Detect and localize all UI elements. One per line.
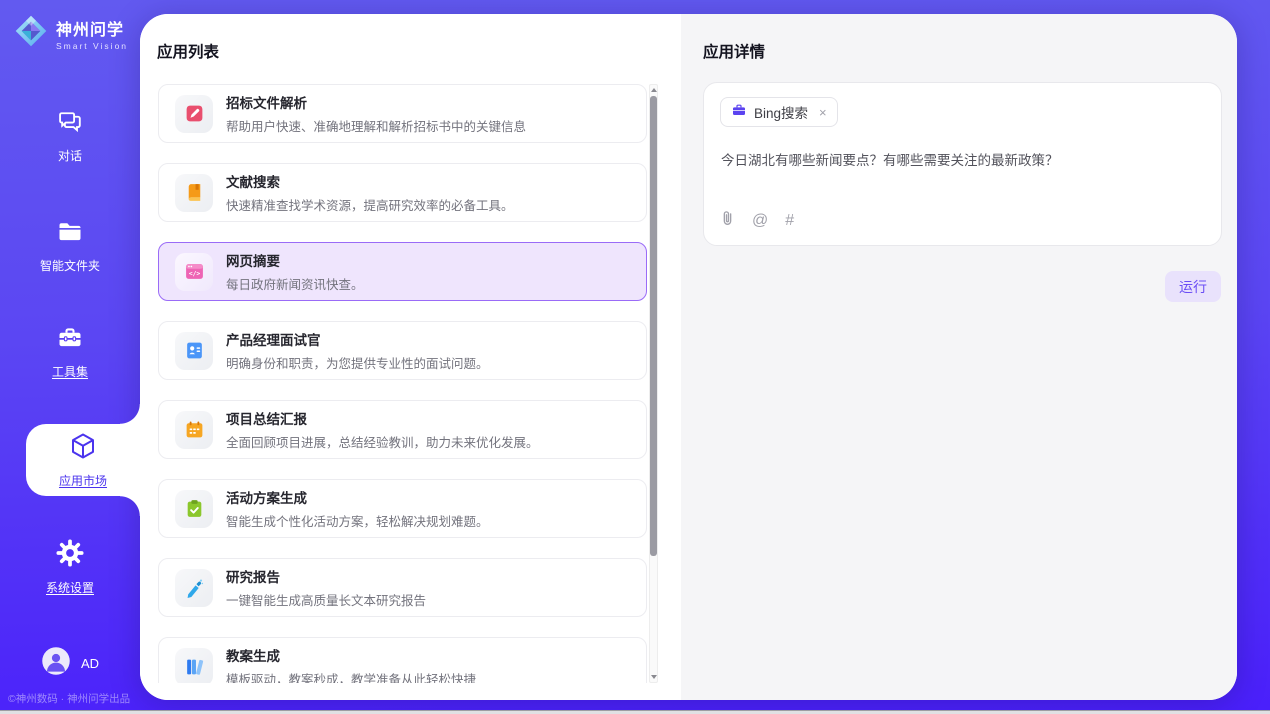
app-card-desc: 智能生成个性化活动方案，轻松解决规划难题。 — [226, 511, 489, 530]
gear-icon — [55, 538, 85, 573]
sidebar-item-label: 应用市场 — [59, 472, 107, 489]
app-card-title: 教案生成 — [226, 645, 476, 665]
app-card-title: 产品经理面试官 — [226, 329, 489, 349]
tool-chip-label: Bing搜索 — [754, 102, 808, 122]
app-card-desc: 帮助用户快速、准确地理解和解析招标书中的关键信息 — [226, 116, 526, 135]
webpage-summary-icon: </> — [175, 253, 213, 291]
research-report-icon — [175, 569, 213, 607]
scroll-down-arrow-icon[interactable] — [650, 672, 657, 682]
sidebar-item-label: 对话 — [58, 147, 82, 164]
sidebar: 神州问学 Smart Vision 对话 智能文件夹 — [0, 0, 140, 714]
toolbox-icon — [56, 324, 84, 357]
sidebar-item-toolset[interactable]: 工具集 — [0, 324, 140, 380]
app-card-title: 网页摘要 — [226, 250, 364, 270]
run-button[interactable]: 运行 — [1165, 271, 1221, 302]
app-card-pm-interviewer[interactable]: 产品经理面试官 明确身份和职责，为您提供专业性的面试问题。 — [158, 321, 647, 380]
app-detail-panel: 应用详情 Bing搜索 × 今日湖北有哪些新闻要点？有哪些需要关注的最新政策？ — [681, 14, 1237, 700]
pm-interviewer-icon — [175, 332, 213, 370]
app-card-bid-document[interactable]: 招标文件解析 帮助用户快速、准确地理解和解析招标书中的关键信息 — [158, 84, 647, 143]
app-card-desc: 全面回顾项目进展，总结经验教训，助力未来优化发展。 — [226, 432, 539, 451]
list-scrollbar[interactable] — [649, 84, 658, 683]
brand-logo: 神州问学 Smart Vision — [14, 14, 128, 53]
app-card-desc: 每日政府新闻资讯快查。 — [226, 274, 364, 293]
app-card-desc: 模板驱动，教案秒成，教学准备从此轻松快捷 — [226, 669, 476, 683]
bid-document-icon — [175, 95, 213, 133]
sidebar-item-label: 工具集 — [52, 363, 88, 380]
cube-icon — [68, 431, 98, 466]
prompt-card: Bing搜索 × 今日湖北有哪些新闻要点？有哪些需要关注的最新政策？ @ # — [703, 82, 1222, 246]
app-card-project-summary[interactable]: 项目总结汇报 全面回顾项目进展，总结经验教训，助力未来优化发展。 — [158, 400, 647, 459]
sidebar-item-smart-folder[interactable]: 智能文件夹 — [0, 218, 140, 274]
user-label: AD — [81, 656, 99, 671]
app-card-research-report[interactable]: 研究报告 一键智能生成高质量长文本研究报告 — [158, 558, 647, 617]
sidebar-item-app-market[interactable]: 应用市场 — [26, 424, 140, 496]
app-detail-title: 应用详情 — [703, 40, 765, 62]
literature-search-icon — [175, 174, 213, 212]
paperclip-icon[interactable] — [720, 209, 735, 232]
sidebar-item-settings[interactable]: 系统设置 — [0, 538, 140, 596]
app-list: 招标文件解析 帮助用户快速、准确地理解和解析招标书中的关键信息 文献搜索 快速精… — [158, 84, 648, 683]
brand-subtitle: Smart Vision — [56, 41, 128, 51]
diamond-logo-icon — [14, 14, 48, 53]
avatar — [41, 646, 71, 681]
app-card-title: 招标文件解析 — [226, 92, 526, 112]
app-card-lesson-plan[interactable]: 教案生成 模板驱动，教案秒成，教学准备从此轻松快捷 — [158, 637, 647, 683]
user-account[interactable]: AD — [0, 646, 140, 681]
app-card-desc: 一键智能生成高质量长文本研究报告 — [226, 590, 426, 609]
at-mention-icon[interactable]: @ — [752, 212, 768, 230]
sidebar-item-chat[interactable]: 对话 — [0, 108, 140, 164]
app-card-desc: 明确身份和职责，为您提供专业性的面试问题。 — [226, 353, 489, 372]
scrollbar-thumb[interactable] — [650, 96, 657, 556]
app-card-event-plan[interactable]: 活动方案生成 智能生成个性化活动方案，轻松解决规划难题。 — [158, 479, 647, 538]
project-summary-icon — [175, 411, 213, 449]
app-card-webpage-summary[interactable]: </> 网页摘要 每日政府新闻资讯快查。 — [158, 242, 647, 301]
app-list-title: 应用列表 — [157, 40, 219, 62]
hash-icon[interactable]: # — [785, 212, 794, 230]
close-icon[interactable]: × — [819, 105, 827, 120]
copyright-footer: ©神州数码 · 神州问学出品 — [8, 691, 140, 706]
app-card-title: 项目总结汇报 — [226, 408, 539, 428]
event-plan-icon — [175, 490, 213, 528]
attachment-toolbar: @ # — [720, 209, 794, 232]
chat-icon — [56, 108, 84, 141]
briefcase-icon — [731, 102, 747, 123]
prompt-input[interactable]: 今日湖北有哪些新闻要点？有哪些需要关注的最新政策？ — [721, 151, 1201, 171]
sidebar-item-label: 智能文件夹 — [40, 257, 100, 274]
folder-icon — [56, 218, 84, 251]
app-list-panel: 应用列表 招标文件解析 帮助用户快速、准确地理解和解析招标书中的关键信息 — [140, 14, 681, 700]
main-content: 应用列表 招标文件解析 帮助用户快速、准确地理解和解析招标书中的关键信息 — [140, 14, 1237, 700]
brand-name: 神州问学 — [56, 16, 128, 40]
tool-chip-bing-search[interactable]: Bing搜索 × — [720, 97, 838, 127]
lesson-plan-icon — [175, 648, 213, 684]
app-card-literature-search[interactable]: 文献搜索 快速精准查找学术资源，提高研究效率的必备工具。 — [158, 163, 647, 222]
app-card-title: 文献搜索 — [226, 171, 514, 191]
scroll-up-arrow-icon[interactable] — [650, 85, 657, 95]
app-card-title: 活动方案生成 — [226, 487, 489, 507]
app-card-title: 研究报告 — [226, 566, 426, 586]
sidebar-item-label: 系统设置 — [46, 579, 94, 596]
svg-text:</>: </> — [188, 271, 200, 278]
app-card-desc: 快速精准查找学术资源，提高研究效率的必备工具。 — [226, 195, 514, 214]
bottom-edge-strip — [0, 710, 1270, 714]
